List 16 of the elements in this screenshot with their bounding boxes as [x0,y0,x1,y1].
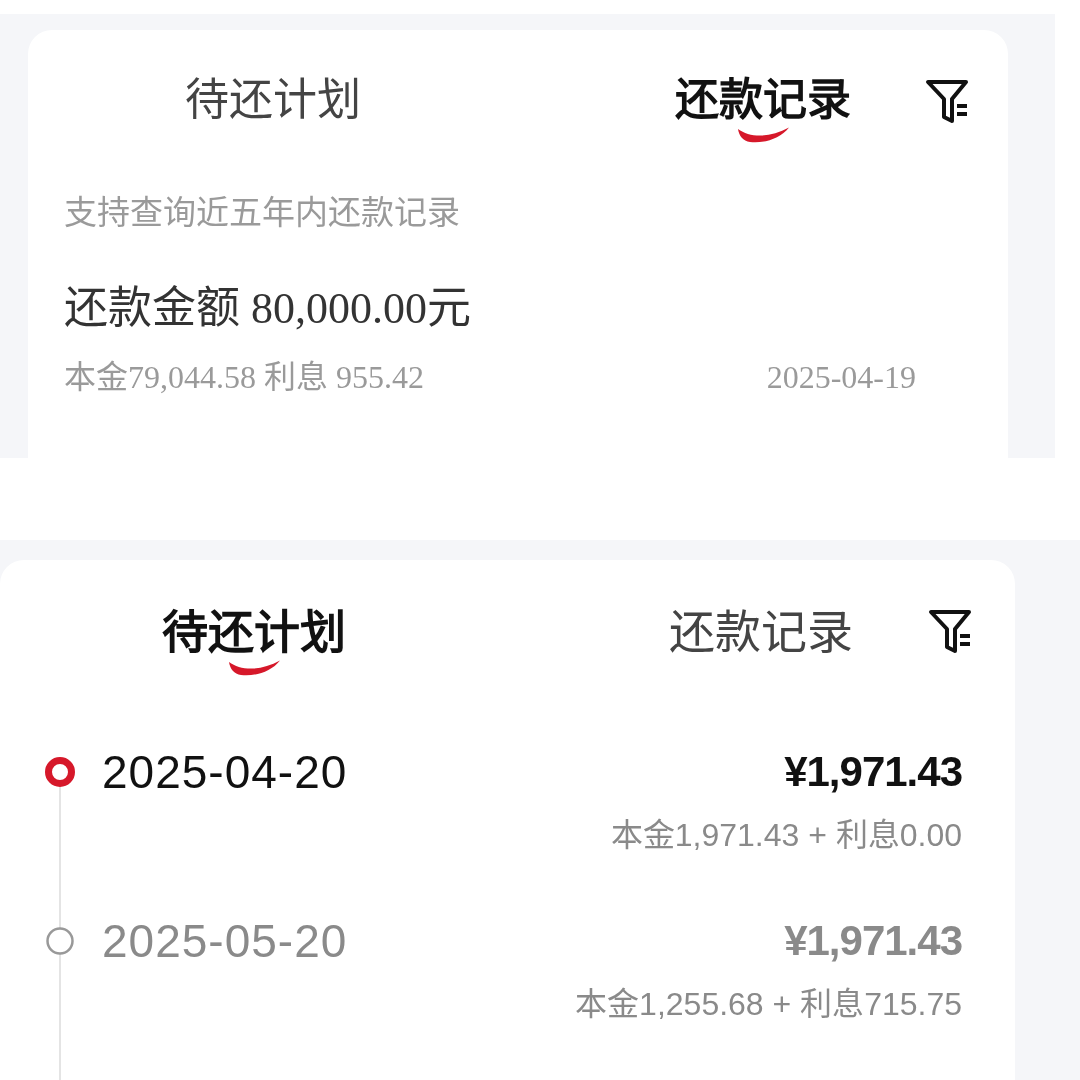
installment-breakdown: 本金1,971.43 + 利息0.00 [610,816,962,855]
tab[interactable]: 还款记录 [675,73,851,144]
tab[interactable]: 待还计划 [161,604,346,677]
due-date: 2025-05-20 [102,914,348,969]
installment-amount: ¥1,971.43 [784,916,962,966]
tab[interactable]: 待还计划 [185,73,361,127]
tab[interactable]: 还款记录 [669,604,854,660]
installment-breakdown: 本金1,255.68 + 利息715.75 [575,985,962,1024]
brush-underline-icon [736,127,790,144]
due-date: 2025-04-20 [102,745,348,800]
installment-amount: ¥1,971.43 [784,747,962,797]
repayment-amount: 还款金额 80,000.00元 [64,283,472,335]
brush-underline-icon [226,660,281,677]
hint-text: 支持查询近五年内还款记录 [64,193,461,233]
repayment-date: 2025-04-19 [766,358,916,397]
amount-breakdown: 本金79,044.58 利息 955.42 [64,358,424,397]
